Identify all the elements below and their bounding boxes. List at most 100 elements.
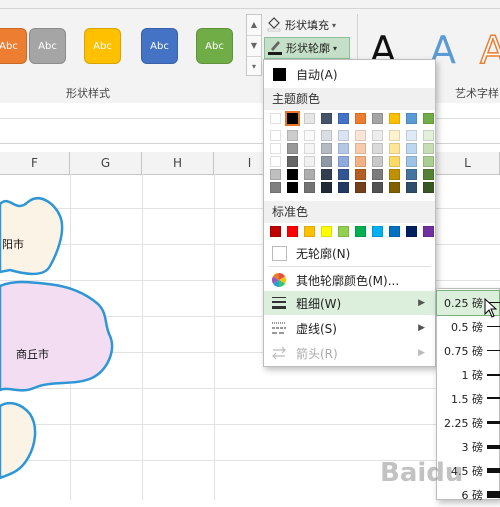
standard-color-swatch[interactable] — [389, 226, 400, 237]
theme-color-swatch[interactable] — [372, 156, 383, 167]
theme-color-swatch[interactable] — [355, 143, 366, 154]
standard-color-swatch[interactable] — [423, 226, 434, 237]
theme-color-swatch[interactable] — [304, 143, 315, 154]
theme-color-swatch[interactable] — [389, 113, 400, 124]
standard-color-swatch[interactable] — [321, 226, 332, 237]
theme-color-swatch[interactable] — [304, 130, 315, 141]
gallery-down-icon[interactable]: ▼ — [247, 36, 261, 57]
wordart-style-orange-outline[interactable]: A — [479, 27, 500, 73]
theme-color-swatch[interactable] — [355, 169, 366, 180]
weight-option[interactable]: 0.75 磅 — [437, 339, 500, 363]
theme-color-swatch[interactable] — [321, 130, 332, 141]
theme-color-swatch[interactable] — [304, 169, 315, 180]
theme-color-swatch[interactable] — [270, 143, 281, 154]
theme-color-swatch[interactable] — [423, 143, 434, 154]
column-header-H[interactable]: H — [142, 152, 214, 174]
shape-fill-button[interactable]: 形状填充 ▾ — [266, 15, 356, 35]
theme-color-swatch[interactable] — [270, 169, 281, 180]
theme-color-swatch[interactable] — [406, 113, 417, 124]
theme-color-swatch[interactable] — [423, 156, 434, 167]
theme-color-swatch[interactable] — [355, 156, 366, 167]
shape-style-swatch-4[interactable]: Abc — [141, 28, 178, 64]
weight-option[interactable]: 1.5 磅 — [437, 387, 500, 411]
theme-color-swatch[interactable] — [270, 156, 281, 167]
city-region-south[interactable] — [0, 402, 37, 480]
shape-style-swatch-3[interactable]: Abc — [84, 28, 121, 64]
weight-option[interactable]: 2.25 磅 — [437, 411, 500, 435]
theme-color-swatch[interactable] — [321, 182, 332, 193]
weight-option[interactable]: 1 磅 — [437, 363, 500, 387]
theme-color-swatch[interactable] — [270, 182, 281, 193]
theme-color-swatch[interactable] — [338, 182, 349, 193]
theme-color-swatch[interactable] — [423, 169, 434, 180]
theme-color-swatch[interactable] — [389, 143, 400, 154]
theme-color-swatch[interactable] — [355, 130, 366, 141]
standard-color-swatch[interactable] — [372, 226, 383, 237]
theme-color-swatch[interactable] — [423, 130, 434, 141]
theme-color-swatch[interactable] — [406, 169, 417, 180]
column-header-F[interactable]: F — [0, 152, 70, 174]
shape-outline-button[interactable]: 形状轮廓 ▾ — [264, 37, 350, 59]
standard-color-swatch[interactable] — [355, 226, 366, 237]
theme-color-swatch[interactable] — [406, 130, 417, 141]
theme-color-swatch[interactable] — [372, 182, 383, 193]
henan-map-fragment[interactable] — [0, 174, 130, 500]
gallery-up-icon[interactable]: ▲ — [247, 15, 261, 36]
theme-color-swatch[interactable] — [287, 130, 298, 141]
theme-color-swatch[interactable] — [406, 156, 417, 167]
theme-color-swatch[interactable] — [372, 113, 383, 124]
column-header-L[interactable]: L — [436, 152, 500, 174]
gallery-scroll[interactable]: ▲ ▼ ▾ — [246, 14, 262, 76]
menu-item-weight[interactable]: 粗细(W) ▶ — [264, 291, 435, 315]
theme-color-swatch[interactable] — [287, 169, 298, 180]
theme-color-swatch[interactable] — [321, 113, 332, 124]
theme-color-swatch[interactable] — [270, 130, 281, 141]
menu-item-arrows[interactable]: 箭头(R) ▶ — [264, 341, 435, 365]
standard-color-swatch[interactable] — [270, 226, 281, 237]
theme-color-swatch[interactable] — [372, 130, 383, 141]
theme-color-swatch[interactable] — [338, 130, 349, 141]
standard-color-swatch[interactable] — [304, 226, 315, 237]
theme-color-swatch[interactable] — [321, 156, 332, 167]
theme-color-swatch[interactable] — [372, 143, 383, 154]
standard-color-swatch[interactable] — [406, 226, 417, 237]
theme-color-swatch[interactable] — [287, 156, 298, 167]
theme-color-swatch[interactable] — [321, 143, 332, 154]
theme-color-swatch[interactable] — [304, 156, 315, 167]
theme-color-swatch[interactable] — [389, 156, 400, 167]
theme-color-swatch[interactable] — [355, 182, 366, 193]
theme-color-swatch[interactable] — [406, 143, 417, 154]
theme-color-swatch[interactable] — [389, 169, 400, 180]
menu-item-automatic[interactable]: 自动(A) — [264, 62, 435, 86]
theme-color-swatch[interactable] — [372, 169, 383, 180]
theme-color-swatch[interactable] — [287, 143, 298, 154]
menu-item-dashes[interactable]: 虚线(S) ▶ — [264, 316, 435, 340]
shape-style-swatch-2[interactable]: Abc — [29, 28, 66, 64]
menu-item-no-outline[interactable]: 无轮廓(N) — [264, 241, 435, 265]
theme-color-swatch[interactable] — [423, 113, 434, 124]
theme-color-swatch[interactable] — [338, 169, 349, 180]
gallery-more-icon[interactable]: ▾ — [247, 57, 261, 77]
theme-color-swatch[interactable] — [285, 111, 300, 126]
theme-color-swatch[interactable] — [338, 156, 349, 167]
column-header-G[interactable]: G — [70, 152, 142, 174]
weight-option[interactable]: 3 磅 — [437, 435, 500, 459]
theme-color-swatch[interactable] — [338, 143, 349, 154]
theme-color-swatch[interactable] — [321, 169, 332, 180]
standard-color-swatch[interactable] — [287, 226, 298, 237]
theme-color-swatch[interactable] — [304, 113, 315, 124]
menu-item-more-colors[interactable]: 其他轮廓颜色(M)... — [264, 268, 435, 292]
shape-style-swatch-1[interactable]: Abc — [0, 28, 27, 64]
theme-color-swatch[interactable] — [355, 113, 366, 124]
weight-option[interactable]: 0.5 磅 — [437, 315, 500, 339]
theme-color-swatch[interactable] — [389, 130, 400, 141]
theme-color-swatch[interactable] — [304, 182, 315, 193]
standard-color-swatch[interactable] — [338, 226, 349, 237]
theme-color-swatch[interactable] — [389, 182, 400, 193]
shape-style-swatch-5[interactable]: Abc — [196, 28, 233, 64]
theme-color-swatch[interactable] — [287, 182, 298, 193]
theme-color-swatch[interactable] — [270, 113, 281, 124]
city-region-shangqiu[interactable] — [0, 280, 114, 392]
theme-color-swatch[interactable] — [406, 182, 417, 193]
theme-color-swatch[interactable] — [338, 113, 349, 124]
